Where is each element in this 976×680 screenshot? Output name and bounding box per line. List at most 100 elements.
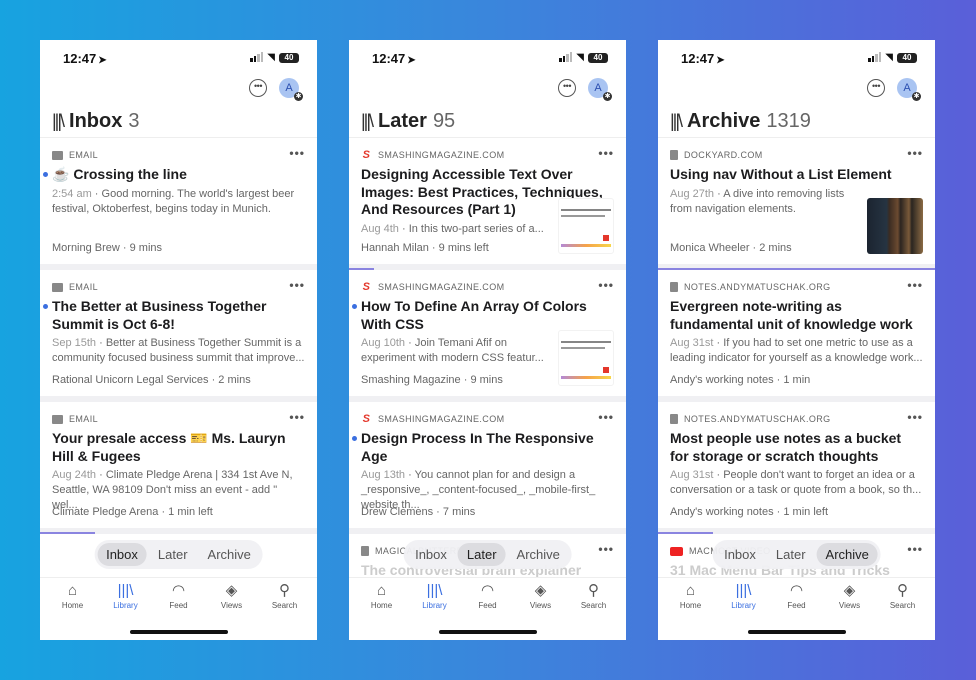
article-card[interactable]: EMAIL ••• The Better at Business Together … bbox=[40, 270, 317, 402]
unread-dot bbox=[43, 172, 48, 177]
tab-label: Home bbox=[61, 601, 84, 610]
segment-archive[interactable]: Archive bbox=[508, 543, 569, 566]
article-menu-button[interactable]: ••• bbox=[598, 542, 614, 556]
tab-search[interactable]: ⚲ Search bbox=[878, 582, 928, 640]
article-card[interactable]: NOTES.ANDYMATUSCHAK.ORG ••• Evergreen note… bbox=[658, 270, 935, 402]
article-source: NOTES.ANDYMATUSCHAK.ORG bbox=[670, 412, 923, 426]
tab-home[interactable]: ⌂ Home bbox=[48, 582, 98, 640]
tab-label: Feed bbox=[787, 601, 806, 610]
article-title[interactable]: ☕ Crossing the line bbox=[43, 166, 305, 184]
tab-label: Views bbox=[529, 601, 552, 610]
segment-inbox[interactable]: Inbox bbox=[406, 543, 456, 566]
page-title: |||\ Later 95 bbox=[361, 110, 455, 133]
article-title-text: ☕ Crossing the line bbox=[52, 166, 187, 182]
segment-later[interactable]: Later bbox=[149, 543, 197, 566]
gear-icon: ✱ bbox=[912, 92, 921, 101]
tab-home[interactable]: ⌂ Home bbox=[666, 582, 716, 640]
tab-label: Feed bbox=[169, 601, 188, 610]
source-name: EMAIL bbox=[69, 150, 99, 160]
clock-text: 12:47 bbox=[372, 51, 406, 66]
phone-screen-later: 12:47 ➤ ◥ 40 ••• A ✱ |||\ Later 95 S SMASHINGMAGAZI… bbox=[349, 40, 626, 640]
reading-progress-bar bbox=[40, 532, 96, 534]
article-menu-button[interactable]: ••• bbox=[598, 278, 614, 292]
avatar-settings-button[interactable]: A ✱ bbox=[897, 78, 921, 101]
tab-search[interactable]: ⚲ Search bbox=[569, 582, 619, 640]
article-snippet: Aug 31st · People don't want to forget a… bbox=[670, 469, 922, 496]
avatar-settings-button[interactable]: A ✱ bbox=[588, 78, 612, 101]
tab-label: Library bbox=[113, 601, 138, 610]
article-menu-button[interactable]: ••• bbox=[907, 410, 923, 424]
tab-label: Search bbox=[271, 601, 298, 610]
article-date: Aug 10th bbox=[361, 337, 406, 349]
status-time: 12:47 ➤ bbox=[63, 51, 107, 66]
wifi-icon: ◥ bbox=[267, 52, 275, 63]
article-title[interactable]: Using nav Without a List Element bbox=[670, 166, 923, 184]
article-date: Aug 4th bbox=[361, 222, 399, 235]
article-thumbnail bbox=[558, 198, 614, 254]
layers-icon: ◈ bbox=[534, 582, 547, 599]
library-icon: |||\ bbox=[52, 111, 65, 131]
article-thumbnail bbox=[867, 198, 923, 254]
article-title-text: The Better at Business Together Summit i… bbox=[52, 298, 267, 332]
signal-icon bbox=[250, 52, 264, 62]
segment-archive[interactable]: Archive bbox=[816, 543, 878, 566]
article-source: EMAIL bbox=[52, 412, 305, 426]
more-options-button[interactable]: ••• bbox=[249, 79, 267, 97]
segment-later[interactable]: Later bbox=[767, 543, 815, 566]
article-card[interactable]: S SMASHINGMAGAZINE.COM ••• How To Define An… bbox=[349, 270, 626, 402]
library-icon: |||\ bbox=[426, 582, 443, 599]
article-title[interactable]: Most people use notes as a bucket for st… bbox=[670, 430, 923, 465]
article-menu-button[interactable]: ••• bbox=[289, 146, 305, 160]
segment-archive[interactable]: Archive bbox=[199, 543, 260, 566]
page-title: |||\ Inbox 3 bbox=[52, 110, 140, 133]
article-menu-button[interactable]: ••• bbox=[289, 278, 305, 292]
article-card[interactable]: EMAIL ••• Your presale access 🎫 Ms. Lauryn… bbox=[40, 402, 317, 534]
avatar-settings-button[interactable]: A ✱ bbox=[279, 78, 303, 101]
article-card[interactable]: S SMASHINGMAGAZINE.COM ••• Designing Access… bbox=[349, 138, 626, 270]
more-options-button[interactable]: ••• bbox=[558, 79, 576, 97]
tab-label: Library bbox=[731, 601, 756, 610]
tab-label: Home bbox=[370, 601, 393, 610]
article-source: DOCKYARD.COM bbox=[670, 148, 923, 162]
article-menu-button[interactable]: ••• bbox=[598, 146, 614, 160]
article-menu-button[interactable]: ••• bbox=[907, 542, 923, 556]
article-title[interactable]: Design Process In The Responsive Age bbox=[352, 430, 614, 465]
segment-inbox[interactable]: Inbox bbox=[97, 543, 147, 566]
youtube-icon bbox=[670, 546, 683, 556]
article-list[interactable]: EMAIL ••• ☕ Crossing the line 2:54 am · Goo… bbox=[40, 137, 317, 534]
email-icon bbox=[52, 150, 63, 160]
article-title[interactable]: How To Define An Array Of Colors With CS… bbox=[352, 298, 614, 333]
segment-later[interactable]: Later bbox=[457, 543, 506, 566]
status-time: 12:47 ➤ bbox=[681, 51, 725, 66]
article-snippet: Aug 31st · If you had to set one metric … bbox=[670, 337, 923, 364]
article-card[interactable]: EMAIL ••• ☕ Crossing the line 2:54 am · Goo… bbox=[40, 138, 317, 270]
article-source: EMAIL bbox=[52, 280, 305, 294]
layers-icon: ◈ bbox=[225, 582, 238, 599]
search-icon: ⚲ bbox=[897, 582, 908, 599]
article-menu-button[interactable]: ••• bbox=[598, 410, 614, 424]
article-card[interactable]: DOCKYARD.COM ••• Using nav Without a List … bbox=[658, 138, 935, 270]
status-bar: 12:47 ➤ ◥ 40 bbox=[349, 50, 626, 66]
article-card[interactable]: NOTES.ANDYMATUSCHAK.ORG ••• Most people us… bbox=[658, 402, 935, 534]
unread-dot bbox=[43, 304, 48, 309]
item-count: 1319 bbox=[766, 110, 811, 132]
tab-search[interactable]: ⚲ Search bbox=[260, 582, 310, 640]
article-title[interactable]: Evergreen note-writing as fundamental un… bbox=[670, 298, 923, 333]
battery-icon: 40 bbox=[588, 52, 608, 63]
article-card[interactable]: S SMASHINGMAGAZINE.COM ••• Design Process I… bbox=[349, 402, 626, 534]
article-title[interactable]: The Better at Business Together Summit i… bbox=[43, 298, 305, 333]
article-menu-button[interactable]: ••• bbox=[907, 278, 923, 292]
list-name: Later bbox=[378, 110, 427, 132]
item-count: 3 bbox=[128, 110, 140, 132]
article-menu-button[interactable]: ••• bbox=[289, 410, 305, 424]
location-arrow-icon: ➤ bbox=[407, 55, 416, 66]
page-title: |||\ Archive 1319 bbox=[670, 110, 811, 133]
tab-home[interactable]: ⌂ Home bbox=[357, 582, 407, 640]
library-icon: |||\ bbox=[670, 111, 683, 131]
segment-inbox[interactable]: Inbox bbox=[715, 543, 765, 566]
more-options-button[interactable]: ••• bbox=[867, 79, 885, 97]
article-source: S SMASHINGMAGAZINE.COM bbox=[361, 280, 614, 294]
article-title[interactable]: Your presale access 🎫 Ms. Lauryn Hill & … bbox=[52, 430, 305, 465]
article-menu-button[interactable]: ••• bbox=[907, 146, 923, 160]
status-icons: ◥ 40 bbox=[559, 52, 608, 63]
